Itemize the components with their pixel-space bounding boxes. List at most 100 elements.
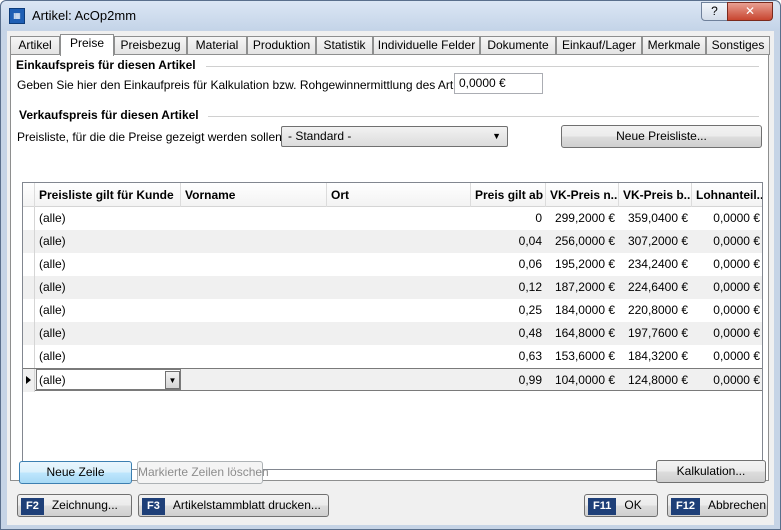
cell-ort[interactable] <box>327 369 471 392</box>
cell-vk-netto[interactable]: 184,0000 € <box>546 299 619 322</box>
cell-vk-brutto[interactable]: 234,2400 € <box>619 253 692 276</box>
cell-kunde[interactable]: (alle) <box>35 207 181 230</box>
cell-ort[interactable] <box>327 207 471 230</box>
delete-rows-button[interactable]: Markierte Zeilen löschen <box>137 461 269 484</box>
cell-preis-ab[interactable]: 0,12 <box>471 276 546 299</box>
col-header-lohnanteil[interactable]: Lohnanteil... <box>692 183 762 207</box>
table-row[interactable]: (alle) 0,63 153,6000 €184,3200 €0,0000 € <box>23 345 762 368</box>
cell-vk-brutto[interactable]: 184,3200 € <box>619 345 692 368</box>
table-row[interactable]: (alle) 0,12 187,2000 €224,6400 €0,0000 € <box>23 276 762 299</box>
print-article-sheet-button[interactable]: F3 Artikelstammblatt drucken... <box>138 494 329 517</box>
cell-vorname[interactable] <box>181 369 327 392</box>
cell-ort[interactable] <box>327 253 471 276</box>
cell-preis-ab[interactable]: 0,99 <box>471 369 546 392</box>
cell-vk-netto[interactable]: 104,0000 € <box>546 369 619 392</box>
cell-vorname[interactable] <box>181 299 327 322</box>
cell-preis-ab[interactable]: 0,48 <box>471 322 546 345</box>
tab-preisbezug[interactable]: Preisbezug <box>114 36 187 55</box>
tab-preise[interactable]: Preise <box>60 34 114 56</box>
cell-lohnanteil[interactable]: 0,0000 € <box>692 345 762 368</box>
tab-merkmale[interactable]: Merkmale <box>642 36 706 55</box>
cell-kunde[interactable]: (alle) <box>35 369 181 392</box>
cell-kunde[interactable]: (alle) <box>35 230 181 253</box>
cell-vorname[interactable] <box>181 276 327 299</box>
tab-individuelle-felder[interactable]: Individuelle Felder <box>373 36 480 55</box>
tab-artikel[interactable]: Artikel <box>10 36 60 55</box>
col-header-kunde[interactable]: Preisliste gilt für Kunde <box>35 183 181 207</box>
cell-vk-netto[interactable]: 164,8000 € <box>546 322 619 345</box>
cell-kunde[interactable]: (alle) <box>35 322 181 345</box>
tab-material[interactable]: Material <box>187 36 247 55</box>
cell-lohnanteil[interactable]: 0,0000 € <box>692 369 762 392</box>
cell-ort[interactable] <box>327 299 471 322</box>
table-row[interactable]: (alle) 0,25 184,0000 €220,8000 €0,0000 € <box>23 299 762 322</box>
table-row[interactable]: (alle) 0,06 195,2000 €234,2400 €0,0000 € <box>23 253 762 276</box>
row-selector[interactable] <box>23 345 35 368</box>
cell-lohnanteil[interactable]: 0,0000 € <box>692 322 762 345</box>
cell-vk-netto[interactable]: 256,0000 € <box>546 230 619 253</box>
row-selector[interactable] <box>23 253 35 276</box>
cell-vk-brutto[interactable]: 359,0400 € <box>619 207 692 230</box>
tab-dokumente[interactable]: Dokumente <box>480 36 556 55</box>
cell-preis-ab[interactable]: 0,63 <box>471 345 546 368</box>
cell-ort[interactable] <box>327 322 471 345</box>
row-selector[interactable] <box>23 369 35 392</box>
cell-kunde[interactable]: (alle) <box>35 299 181 322</box>
cell-lohnanteil[interactable]: 0,0000 € <box>692 207 762 230</box>
row-selector[interactable] <box>23 230 35 253</box>
col-header-ort[interactable]: Ort <box>327 183 471 207</box>
cell-lohnanteil[interactable]: 0,0000 € <box>692 299 762 322</box>
calculation-button[interactable]: Kalkulation... <box>656 460 766 483</box>
row-selector[interactable] <box>23 276 35 299</box>
cell-ort[interactable] <box>327 345 471 368</box>
cell-vorname[interactable] <box>181 345 327 368</box>
col-header-vk-brutto[interactable]: VK-Preis b... <box>619 183 692 207</box>
help-button[interactable]: ? <box>701 2 728 21</box>
col-header-vk-netto[interactable]: VK-Preis n... <box>546 183 619 207</box>
cell-vk-netto[interactable]: 187,2000 € <box>546 276 619 299</box>
cell-lohnanteil[interactable]: 0,0000 € <box>692 253 762 276</box>
einkaufspreis-input[interactable]: 0,0000 € <box>454 73 543 94</box>
drawing-button[interactable]: F2 Zeichnung... <box>17 494 132 517</box>
row-selector[interactable] <box>23 322 35 345</box>
table-row[interactable]: (alle) 0,48 164,8000 €197,7600 €0,0000 € <box>23 322 762 345</box>
ok-button[interactable]: F11 OK <box>584 494 658 517</box>
cell-ort[interactable] <box>327 230 471 253</box>
cell-preis-ab[interactable]: 0,25 <box>471 299 546 322</box>
price-grid[interactable]: Preisliste gilt für Kunde Vorname Ort Pr… <box>22 182 763 470</box>
tab-einkauf-lager[interactable]: Einkauf/Lager <box>556 36 642 55</box>
cell-preis-ab[interactable]: 0,04 <box>471 230 546 253</box>
cell-vk-brutto[interactable]: 307,2000 € <box>619 230 692 253</box>
row-selector[interactable] <box>23 299 35 322</box>
cell-preis-ab[interactable]: 0,06 <box>471 253 546 276</box>
cell-vk-brutto[interactable]: 197,7600 € <box>619 322 692 345</box>
cell-vk-brutto[interactable]: 224,6400 € <box>619 276 692 299</box>
new-pricelist-button[interactable]: Neue Preisliste... <box>561 125 762 148</box>
cell-vorname[interactable] <box>181 322 327 345</box>
tab-statistik[interactable]: Statistik <box>316 36 373 55</box>
col-header-vorname[interactable]: Vorname <box>181 183 327 207</box>
cell-vorname[interactable] <box>181 230 327 253</box>
table-row[interactable]: ▼ (alle) 0,99 104,0000 €124,8000 €0,0000 € <box>23 368 762 392</box>
cell-ort[interactable] <box>327 276 471 299</box>
tab-produktion[interactable]: Produktion <box>247 36 316 55</box>
cell-vk-netto[interactable]: 153,6000 € <box>546 345 619 368</box>
close-button[interactable]: ✕ <box>727 2 773 21</box>
preisliste-select[interactable]: - Standard - ▼ <box>281 126 508 147</box>
table-row[interactable]: (alle) 0,04 256,0000 €307,2000 €0,0000 € <box>23 230 762 253</box>
col-header-preis-ab[interactable]: Preis gilt ab <box>471 183 546 207</box>
cell-vorname[interactable] <box>181 253 327 276</box>
cell-kunde[interactable]: (alle) <box>35 253 181 276</box>
table-row[interactable]: (alle) 0 299,2000 €359,0400 €0,0000 € <box>23 207 762 230</box>
cell-preis-ab[interactable]: 0 <box>471 207 546 230</box>
cell-vk-netto[interactable]: 299,2000 € <box>546 207 619 230</box>
cell-lohnanteil[interactable]: 0,0000 € <box>692 230 762 253</box>
row-selector[interactable] <box>23 207 35 230</box>
cell-vk-netto[interactable]: 195,2000 € <box>546 253 619 276</box>
cell-vk-brutto[interactable]: 124,8000 € <box>619 369 692 392</box>
cell-kunde[interactable]: (alle) <box>35 276 181 299</box>
cell-vk-brutto[interactable]: 220,8000 € <box>619 299 692 322</box>
new-row-button[interactable]: Neue Zeile <box>19 461 132 484</box>
cell-vorname[interactable] <box>181 207 327 230</box>
cell-kunde[interactable]: (alle) <box>35 345 181 368</box>
